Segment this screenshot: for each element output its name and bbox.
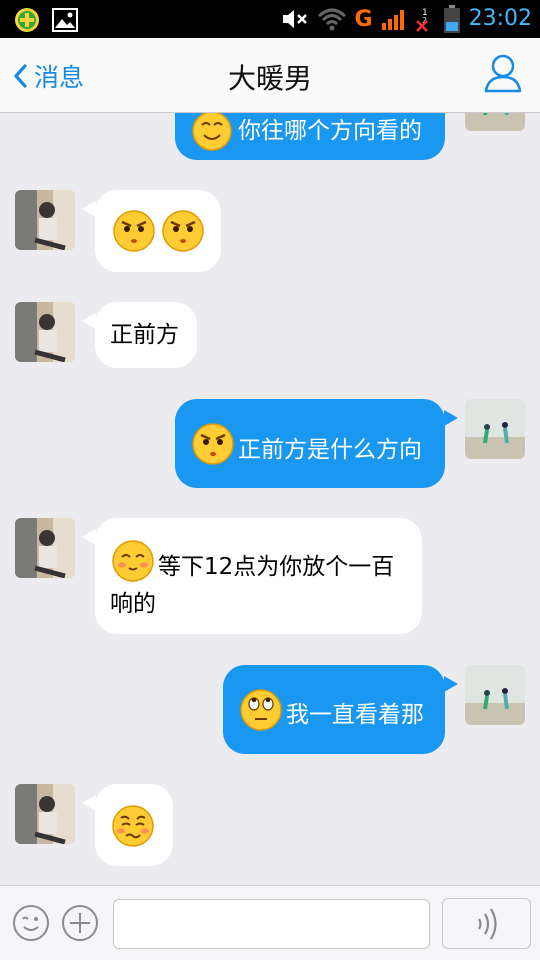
nav-bar: 消息 大暖男	[0, 38, 540, 113]
contact-avatar[interactable]	[15, 302, 75, 362]
my-avatar[interactable]	[465, 399, 525, 459]
avatar-photo-icon	[15, 784, 75, 844]
no-signal-icon: 1 2	[415, 8, 428, 32]
mute-icon	[282, 10, 307, 28]
glare-emoji	[192, 423, 234, 465]
message-bubble-outgoing[interactable]: 你往哪个方向看的	[175, 113, 445, 160]
emoji-face-icon[interactable]	[12, 904, 50, 942]
voice-wave-icon	[478, 908, 497, 940]
message-bubble-incoming[interactable]: 等下12点为你放个一百 响的	[95, 518, 422, 634]
security-app-icon	[15, 8, 39, 32]
message-bubble-outgoing[interactable]: 正前方是什么方向	[175, 399, 445, 488]
contact-avatar[interactable]	[15, 784, 75, 844]
status-time: 23:02	[468, 6, 532, 31]
glare-emoji	[162, 210, 204, 252]
message-text: 我一直看着那	[286, 702, 424, 728]
gallery-icon	[52, 8, 78, 32]
message-input[interactable]	[113, 899, 430, 949]
avatar-photo-icon	[465, 665, 525, 725]
message-text: 正前方是什么方向	[238, 437, 422, 463]
glare-emoji	[113, 210, 155, 252]
plus-icon[interactable]	[61, 904, 99, 942]
avatar-photo-icon	[465, 399, 525, 459]
avatar-photo-icon	[15, 518, 75, 578]
battery-icon	[443, 5, 460, 33]
message-bubble-incoming[interactable]	[95, 784, 173, 866]
my-avatar[interactable]	[465, 113, 525, 131]
message-bubble-outgoing[interactable]: 我一直看着那	[223, 665, 445, 754]
message-text: 你往哪个方向看的	[238, 118, 422, 144]
status-bar: G 1 2 23:02	[0, 0, 540, 38]
wronged-emoji	[112, 805, 154, 847]
input-bar	[0, 885, 540, 960]
message-bubble-incoming[interactable]: 正前方	[95, 302, 197, 368]
rolling-eyes-emoji	[240, 689, 282, 731]
message-text: 正前方	[110, 322, 179, 348]
message-text-line2: 响的	[110, 591, 156, 617]
signal-icon	[381, 10, 404, 30]
smile-emoji	[192, 113, 232, 151]
shy-emoji	[112, 540, 154, 582]
contact-avatar[interactable]	[15, 518, 75, 578]
avatar-photo-icon	[465, 113, 525, 131]
network-type-label: G	[354, 6, 373, 32]
chat-area[interactable]: 你往哪个方向看的 正前方 正前方是什么方向 等下12点为你放个一百 响的 我一直…	[0, 113, 540, 885]
contact-avatar[interactable]	[15, 190, 75, 250]
profile-icon[interactable]	[484, 53, 522, 93]
avatar-photo-icon	[15, 190, 75, 250]
chat-title: 大暖男	[227, 62, 312, 95]
voice-button[interactable]	[442, 898, 531, 949]
wifi-icon	[317, 8, 346, 31]
avatar-photo-icon	[15, 302, 75, 362]
message-bubble-incoming[interactable]	[95, 190, 221, 272]
message-text: 等下12点为你放个一百	[158, 554, 395, 580]
my-avatar[interactable]	[465, 665, 525, 725]
